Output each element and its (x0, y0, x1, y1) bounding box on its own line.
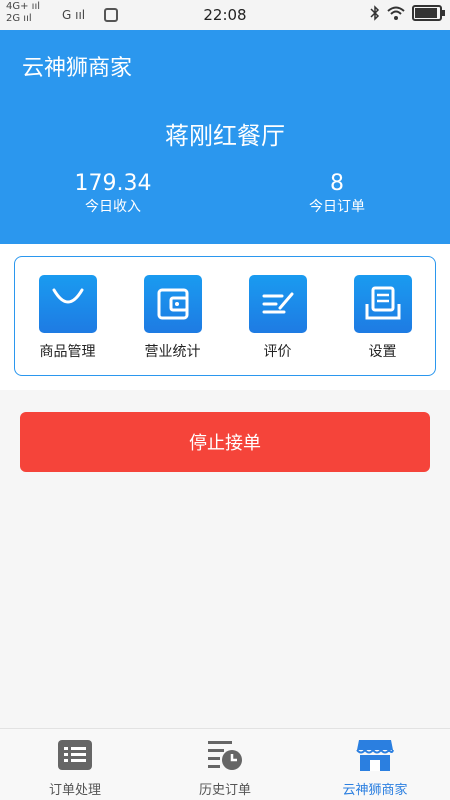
menu-item-reviews[interactable]: 评价 (225, 257, 330, 375)
tab-merchant-home[interactable]: 云神狮商家 (300, 729, 450, 800)
status-icons (370, 5, 445, 21)
stat-today-income[interactable]: 179.34 今日收入 (13, 170, 213, 216)
menu-item-label: 设置 (368, 344, 397, 360)
document-tray-icon (353, 275, 412, 333)
stat-label: 今日订单 (309, 199, 365, 215)
header: 云神狮商家 蒋刚红餐厅 179.34 今日收入 8 今日订单 (0, 30, 450, 244)
tab-order-processing[interactable]: 订单处理 (0, 729, 150, 800)
tab-label: 历史订单 (198, 783, 251, 798)
tab-bar: 订单处理 历史订单 云神狮商家 (0, 728, 450, 800)
stat-today-orders[interactable]: 8 今日订单 (237, 170, 437, 216)
status-bar: 4G+ ııl 2G ııl G ııl 22:08 (0, 0, 450, 30)
menu-item-settings[interactable]: 设置 (330, 257, 435, 375)
battery-icon (412, 5, 445, 21)
stat-value: 8 (330, 171, 344, 196)
wifi-icon (387, 6, 405, 20)
menu-item-label: 评价 (263, 344, 292, 360)
tab-label: 订单处理 (48, 783, 101, 798)
app-title: 云神狮商家 (22, 56, 133, 81)
menu-item-label: 商品管理 (39, 344, 96, 360)
tab-order-history[interactable]: 历史订单 (150, 729, 300, 800)
history-clock-icon (205, 737, 245, 773)
stop-orders-button[interactable]: 停止接单 (20, 412, 430, 472)
menu-item-products[interactable]: 商品管理 (15, 257, 120, 375)
wallet-icon (143, 275, 202, 333)
bluetooth-icon (370, 5, 380, 21)
tab-label: 云神狮商家 (342, 783, 408, 798)
shopping-bag-icon (38, 275, 97, 333)
menu-card: 商品管理 营业统计 评价 设置 (14, 256, 436, 376)
stat-value: 179.34 (74, 171, 152, 196)
list-icon (55, 737, 95, 773)
menu-item-statistics[interactable]: 营业统计 (120, 257, 225, 375)
storefront-icon (355, 737, 395, 773)
stat-label: 今日收入 (85, 199, 141, 215)
edit-note-icon (248, 275, 307, 333)
shop-name: 蒋刚红餐厅 (165, 122, 285, 150)
menu-item-label: 营业统计 (144, 344, 201, 360)
